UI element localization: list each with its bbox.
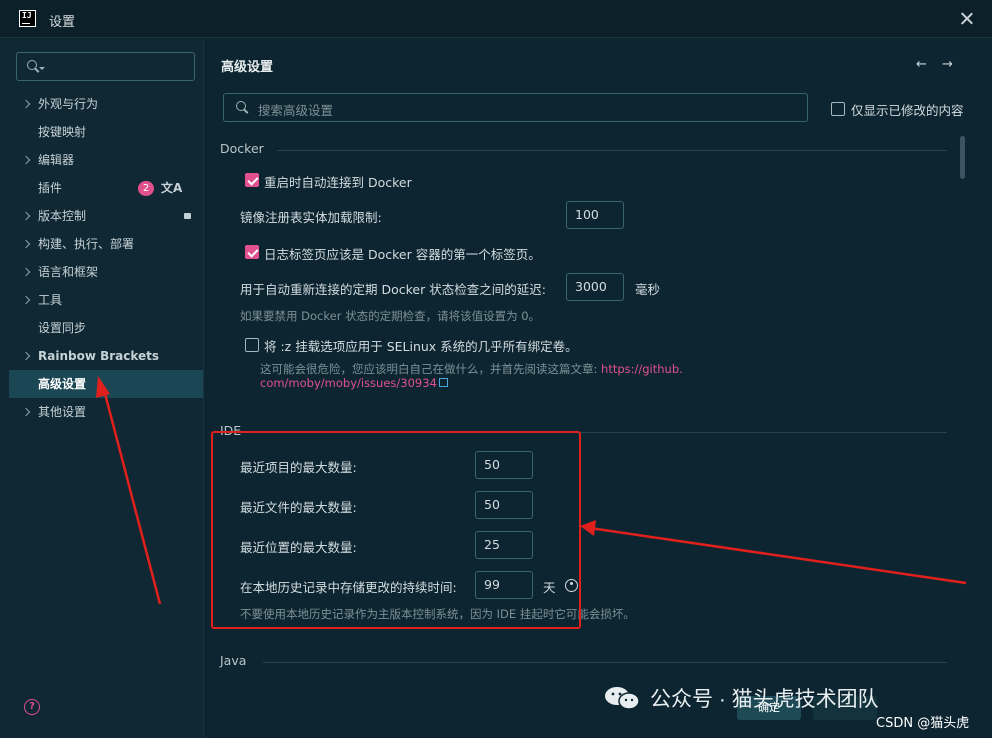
search-icon: [236, 101, 250, 115]
search-options-caret-icon: [39, 67, 45, 70]
reconnect-delay-label: 用于自动重新连接的定期 Docker 状态检查之间的延迟:: [240, 282, 546, 297]
selinux-hint-text: 这可能会很危险，您应该明白自己在做什么，并首先阅读这篇文章:: [260, 362, 602, 376]
sidebar-item-rainbow-brackets[interactable]: Rainbow Brackets: [0, 342, 204, 370]
history-duration-label: 在本地历史记录中存储更改的持续时间:: [240, 580, 457, 595]
sidebar-item-languages[interactable]: 语言和框架: [0, 258, 204, 286]
reset-default-icon[interactable]: [565, 579, 578, 592]
section-divider: [277, 150, 947, 151]
sidebar-item-advanced-settings[interactable]: 高级设置: [9, 370, 203, 398]
reconnect-docker-label: 重启时自动连接到 Docker: [264, 175, 412, 190]
section-title-ide: IDE: [220, 423, 242, 438]
sidebar-item-label: Rainbow Brackets: [38, 349, 160, 363]
vertical-scrollbar[interactable]: [960, 136, 965, 179]
translate-icon: 文A: [161, 181, 183, 195]
advanced-settings-panel: 高级设置 ← → 搜索高级设置 仅显示已修改的内容 Docker 重启时自动连接…: [205, 39, 992, 738]
recent-locations-input[interactable]: 25: [475, 531, 533, 559]
wechat-icon: [605, 687, 640, 710]
recent-projects-input[interactable]: 50: [475, 451, 533, 479]
chevron-right-icon: [21, 155, 31, 165]
sidebar-item-label: 构建、执行、部署: [38, 237, 135, 251]
log-tab-first-checkbox[interactable]: [245, 245, 259, 259]
back-arrow-icon[interactable]: ←: [916, 57, 927, 72]
sidebar-item-settings-sync[interactable]: 设置同步: [0, 314, 204, 342]
sidebar-item-keymap[interactable]: 按键映射: [0, 118, 204, 146]
sidebar-item-build[interactable]: 构建、执行、部署: [0, 230, 204, 258]
log-tab-first-label: 日志标签页应该是 Docker 容器的第一个标签页。: [264, 247, 541, 262]
selinux-label: 将 :z 挂载选项应用于 SELinux 系统的几乎所有绑定卷。: [264, 339, 578, 354]
registry-limit-label: 镜像注册表实体加载限制:: [240, 210, 382, 225]
history-duration-input[interactable]: 99: [475, 571, 533, 599]
chevron-right-icon: [21, 295, 31, 305]
section-title-docker: Docker: [220, 141, 264, 156]
registry-limit-input[interactable]: 100: [566, 201, 624, 229]
modified-only-label: 仅显示已修改的内容: [851, 103, 964, 118]
recent-locations-label: 最近位置的最大数量:: [240, 540, 357, 555]
title-bar: IJ 设置: [0, 0, 992, 38]
selinux-hint-line2: com/moby/moby/issues/30934: [260, 376, 448, 390]
advanced-settings-search-input[interactable]: 搜索高级设置: [223, 93, 808, 122]
modified-only-checkbox[interactable]: [831, 102, 845, 116]
sidebar-item-label: 外观与行为: [38, 97, 99, 111]
csdn-credit: CSDN @猫头虎: [876, 716, 970, 731]
sidebar-item-version-control[interactable]: 版本控制: [0, 202, 204, 230]
chevron-right-icon: [21, 351, 31, 361]
sidebar-item-label: 编辑器: [38, 153, 75, 167]
search-placeholder: 搜索高级设置: [258, 103, 334, 118]
sidebar-item-plugins[interactable]: 插件 2 文A: [0, 174, 204, 202]
chevron-right-icon: [21, 239, 31, 249]
sidebar-item-other-settings[interactable]: 其他设置: [0, 398, 204, 426]
chevron-right-icon: [21, 99, 31, 109]
selinux-hint: 这可能会很危险，您应该明白自己在做什么，并首先阅读这篇文章: https://g…: [260, 361, 683, 377]
selinux-article-link-cont[interactable]: com/moby/moby/issues/30934: [260, 376, 437, 390]
sidebar-item-label: 高级设置: [38, 377, 87, 391]
forward-arrow-icon[interactable]: →: [942, 57, 953, 72]
sidebar-item-label: 设置同步: [38, 321, 87, 335]
settings-sidebar: 外观与行为 按键映射 编辑器 插件 2 文A 版本控制 构建、执行、部署 语言和…: [0, 39, 204, 738]
sidebar-item-label: 按键映射: [38, 125, 87, 139]
update-count-badge: 2: [138, 181, 154, 196]
close-button[interactable]: [957, 9, 977, 29]
section-title-java: Java: [220, 653, 247, 668]
sidebar-item-label: 其他设置: [38, 405, 87, 419]
selinux-checkbox[interactable]: [245, 338, 259, 352]
section-divider: [253, 432, 947, 433]
external-link-icon: [438, 378, 448, 387]
sidebar-item-tools[interactable]: 工具: [0, 286, 204, 314]
recent-files-label: 最近文件的最大数量:: [240, 500, 357, 515]
settings-nav: 外观与行为 按键映射 编辑器 插件 2 文A 版本控制 构建、执行、部署 语言和…: [0, 90, 204, 426]
section-divider: [263, 662, 947, 663]
page-title: 高级设置: [221, 60, 274, 75]
recent-files-input[interactable]: 50: [475, 491, 533, 519]
selinux-article-link[interactable]: https://github.: [601, 362, 683, 376]
chevron-right-icon: [21, 267, 31, 277]
project-level-icon: [184, 213, 191, 219]
chevron-right-icon: [21, 211, 31, 221]
sidebar-item-editor[interactable]: 编辑器: [0, 146, 204, 174]
help-icon[interactable]: ?: [24, 699, 40, 715]
intellij-logo-icon: IJ: [19, 10, 36, 27]
sidebar-item-label: 版本控制: [38, 209, 87, 223]
history-hint: 不要使用本地历史记录作为主版本控制系统，因为 IDE 挂起时它可能会损坏。: [240, 607, 635, 621]
sidebar-item-label: 语言和框架: [38, 265, 99, 279]
window-title: 设置: [49, 15, 76, 30]
watermark-text: 公众号 · 猫头虎技术团队: [650, 688, 879, 711]
reconnect-delay-input[interactable]: 3000: [566, 273, 624, 301]
recent-projects-label: 最近项目的最大数量:: [240, 460, 357, 475]
reconnect-delay-hint: 如果要禁用 Docker 状态的定期检查，请将该值设置为 0。: [240, 309, 541, 323]
reconnect-docker-checkbox[interactable]: [245, 173, 259, 187]
reconnect-delay-unit: 毫秒: [635, 282, 661, 297]
history-duration-unit: 天: [543, 580, 556, 595]
sidebar-search-input[interactable]: [16, 52, 195, 81]
sidebar-item-label: 工具: [38, 293, 63, 307]
sidebar-item-appearance[interactable]: 外观与行为: [0, 90, 204, 118]
sidebar-item-label: 插件: [38, 181, 63, 195]
chevron-right-icon: [21, 407, 31, 417]
